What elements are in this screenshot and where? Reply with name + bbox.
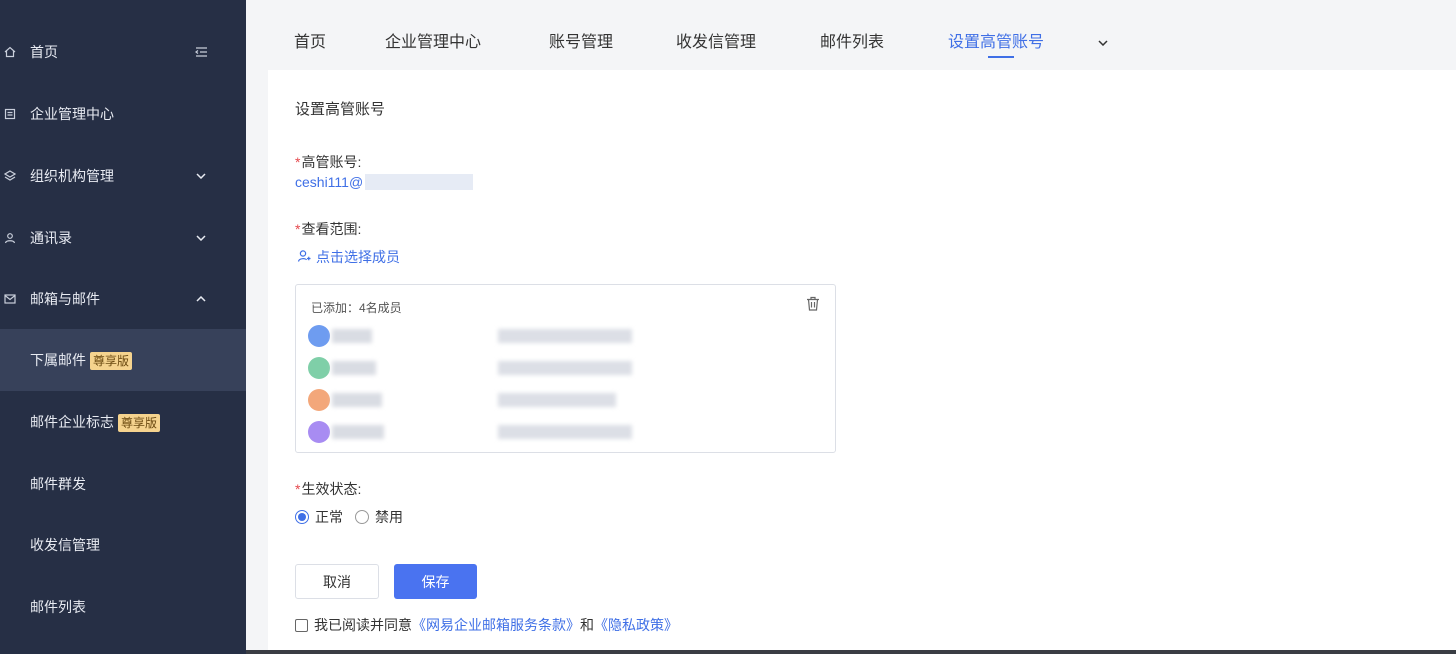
sidebar-item-mail-logo[interactable]: 邮件企业标志 尊享版 [0,391,246,453]
terms-link[interactable]: 《网易企业邮箱服务条款》 [412,615,580,635]
sidebar-item-enterprise-center[interactable]: 企业管理中心 [0,83,246,145]
member-row [308,421,828,443]
status-normal-radio[interactable] [295,510,309,524]
status-normal-label[interactable]: 正常 [315,507,343,527]
layers-icon [3,169,17,183]
select-members-link[interactable]: 点击选择成员 [297,247,400,267]
sidebar-item-label: 邮件群发 [30,476,86,492]
avatar [308,389,330,411]
avatar [308,325,330,347]
avatar [308,421,330,443]
sidebar-item-bulk-mail[interactable]: 邮件群发 [0,453,246,515]
required-mark: * [295,221,301,237]
status-radio-group: 正常 禁用 [295,507,415,527]
tab-set-exec-account[interactable]: 设置高管账号 [948,28,1044,52]
view-scope-label: *查看范围: [295,219,361,239]
chevron-down-icon [194,169,208,183]
tab-home[interactable]: 首页 [294,28,326,52]
sidebar-item-text: 邮件企业标志 尊享版 [30,412,161,433]
sidebar-item-label: 邮件列表 [30,599,86,615]
redacted-name [332,425,384,439]
redacted-email [498,425,632,439]
menu-collapse-icon[interactable] [194,45,208,59]
redacted-name [332,329,372,343]
privacy-link[interactable]: 《隐私政策》 [594,615,678,635]
redacted-domain [365,174,474,190]
sidebar-item-mail-list[interactable]: 邮件列表 [0,576,246,638]
exec-account-value: ceshi111@ [295,174,474,190]
redacted-name [332,361,376,375]
member-row [308,325,828,347]
members-count-text: 已添加：4名成员 [311,301,402,315]
document-icon [3,107,17,121]
chevron-down-icon[interactable] [1098,33,1110,47]
status-label: *生效状态: [295,479,361,499]
required-mark: * [295,481,301,497]
agreement-and: 和 [580,617,594,633]
sidebar-item-label: 组织机构管理 [30,168,114,184]
avatar [308,357,330,379]
settings-card: 设置高管账号 *高管账号: ceshi111@ *查看范围: 点击选择成员 已添… [268,70,1456,654]
sidebar-item-label: 邮件企业标志 [30,413,114,430]
home-icon [3,45,17,59]
agreement-prefix: 我已阅读并同意 [314,617,412,633]
window-bottom-edge [246,650,1456,654]
active-tab-indicator [988,56,1014,58]
tab-enterprise-center[interactable]: 企业管理中心 [385,28,481,52]
view-scope-label-text: 查看范围: [301,221,362,237]
sidebar-item-org-management[interactable]: 组织机构管理 [0,145,246,207]
redacted-name [332,393,382,407]
tab-send-receive[interactable]: 收发信管理 [676,28,756,52]
exec-account-label-text: 高管账号: [301,154,362,170]
sidebar-item-send-receive[interactable]: 收发信管理 [0,514,246,576]
select-members-text: 点击选择成员 [316,249,400,265]
chevron-up-icon [194,292,208,306]
redacted-email [498,361,632,375]
status-label-text: 生效状态: [301,481,362,497]
agreement-checkbox[interactable] [295,618,308,632]
save-button[interactable]: 保存 [394,564,477,599]
premium-badge: 尊享版 [90,352,133,371]
sidebar-item-text: 下属邮件 尊享版 [30,350,133,371]
page-title: 设置高管账号 [295,101,386,118]
cancel-button[interactable]: 取消 [295,564,379,599]
agreement-row: 我已阅读并同意 《网易企业邮箱服务条款》 和 《隐私政策》 [295,615,678,635]
premium-badge: 尊享版 [118,414,161,433]
sidebar-item-label: 通讯录 [30,230,72,246]
redacted-email [498,329,632,343]
mail-icon [3,292,17,306]
trash-icon[interactable] [806,296,820,311]
sidebar: 首页 企业管理中心 组织机构管理 通讯录 邮箱与邮件 下属邮件 尊享版 邮件企业… [0,0,246,654]
required-mark: * [295,154,301,170]
contacts-icon [3,231,17,245]
member-row [308,389,828,411]
sidebar-item-label: 首页 [30,44,58,60]
member-row [308,357,828,379]
sidebar-item-subordinate-mail[interactable]: 下属邮件 尊享版 [0,329,246,391]
add-user-icon [297,249,311,266]
sidebar-item-mailbox[interactable]: 邮箱与邮件 [0,268,246,330]
sidebar-item-label: 收发信管理 [30,537,100,553]
chevron-down-icon [194,231,208,245]
sidebar-item-contacts[interactable]: 通讯录 [0,207,246,269]
exec-account-label: *高管账号: [295,152,361,172]
status-disabled-label[interactable]: 禁用 [375,507,403,527]
sidebar-item-home[interactable]: 首页 [0,21,246,83]
top-tabs-bar: 首页 企业管理中心 账号管理 收发信管理 邮件列表 设置高管账号 [246,0,1456,70]
sidebar-item-label: 下属邮件 [30,351,86,368]
sidebar-item-label: 邮箱与邮件 [30,291,100,307]
redacted-email [498,393,616,407]
status-disabled-radio[interactable] [355,510,369,524]
sidebar-item-label: 企业管理中心 [30,106,114,122]
tab-account-management[interactable]: 账号管理 [549,28,613,52]
selected-members-box: 已添加：4名成员 [295,284,836,453]
tab-mail-list[interactable]: 邮件列表 [820,28,884,52]
exec-account-email: ceshi111@ [295,174,364,190]
